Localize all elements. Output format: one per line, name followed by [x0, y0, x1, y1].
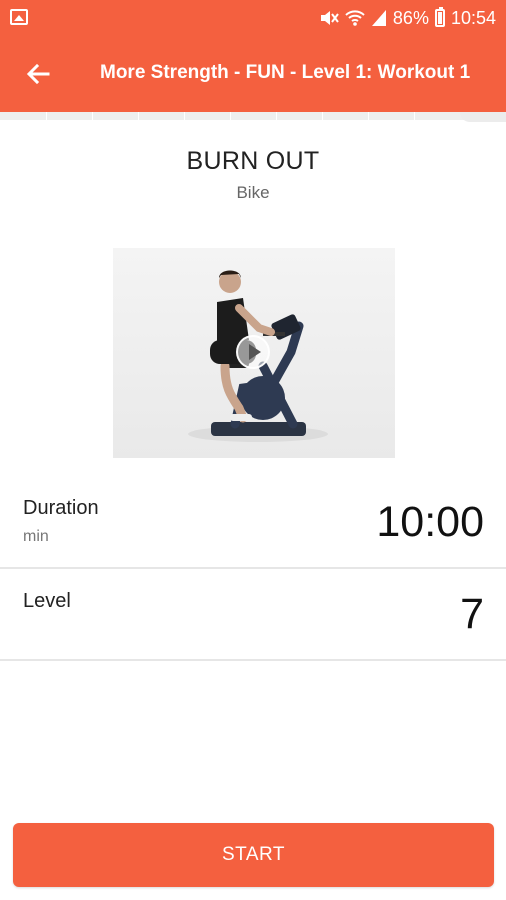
gallery-icon	[10, 9, 28, 25]
app-bar: More Strength - FUN - Level 1: Workout 1	[0, 36, 506, 112]
back-arrow-icon	[26, 63, 50, 85]
signal-icon	[371, 9, 387, 27]
status-bar: 86% 10:54	[0, 0, 506, 36]
battery-icon	[434, 7, 445, 27]
exercise-video-thumbnail[interactable]	[113, 248, 395, 458]
duration-unit: min	[23, 528, 49, 545]
wifi-icon	[345, 9, 365, 27]
back-button[interactable]	[18, 54, 58, 94]
level-value: 7	[460, 590, 484, 638]
battery-percent: 86%	[392, 7, 429, 28]
divider	[0, 659, 506, 661]
page-title: More Strength - FUN - Level 1: Workout 1	[100, 62, 471, 83]
mute-icon	[319, 9, 339, 27]
status-icons: 86% 10:54	[319, 7, 496, 29]
divider	[0, 567, 506, 569]
play-video-button[interactable]	[236, 335, 270, 369]
start-button[interactable]: START	[13, 823, 494, 887]
level-label: Level	[23, 590, 71, 612]
exercise-equipment: Bike	[236, 183, 270, 202]
clock: 10:54	[450, 7, 496, 28]
duration-value: 10:00	[376, 498, 484, 546]
workout-progress-strip	[0, 112, 506, 122]
exercise-title: BURN OUT	[186, 147, 320, 175]
duration-label: Duration	[23, 497, 99, 519]
